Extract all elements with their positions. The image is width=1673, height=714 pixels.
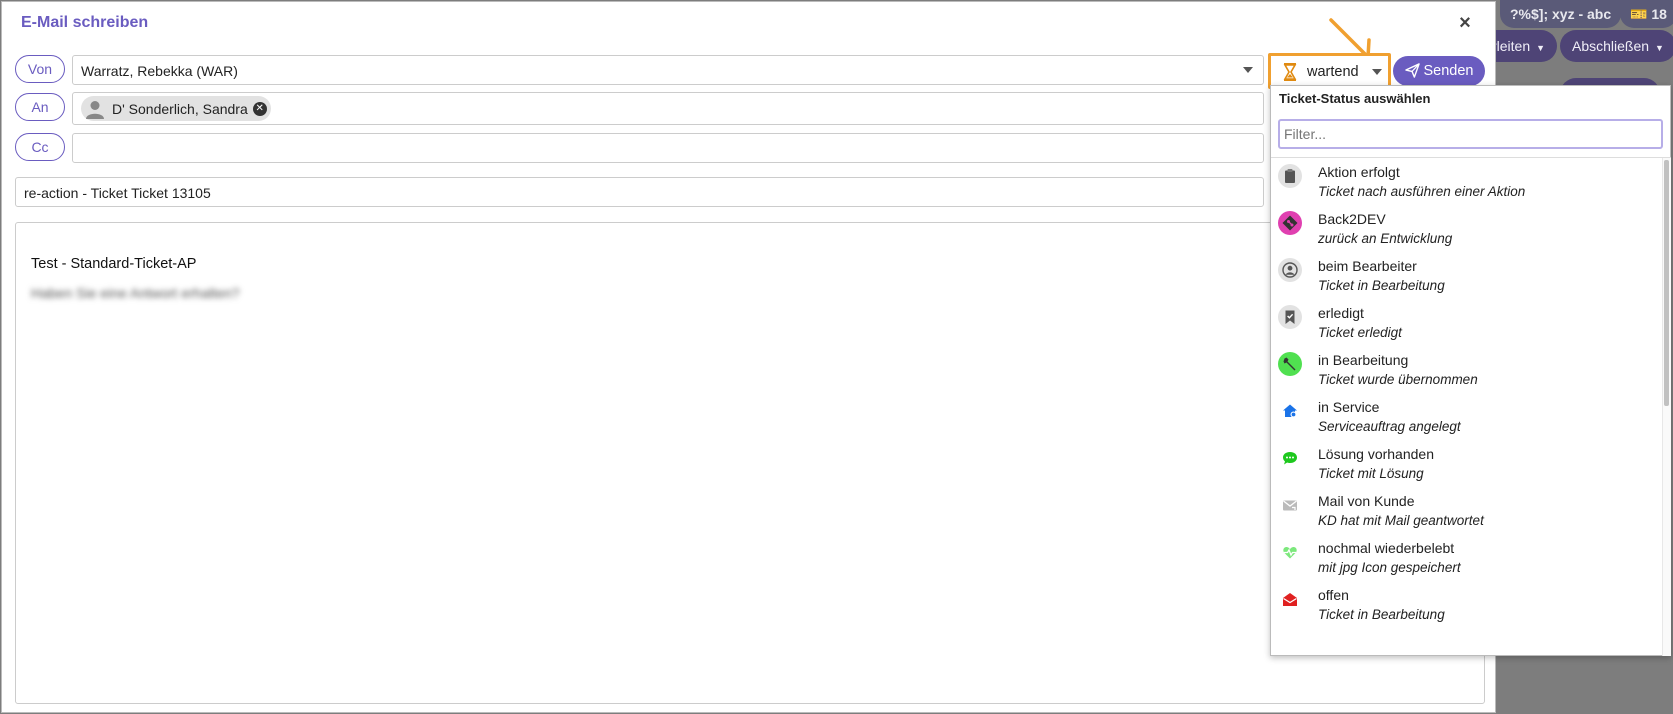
status-list: Aktion erfolgt Ticket nach ausführen ein… <box>1271 157 1671 656</box>
git-diamond-icon <box>1278 211 1302 235</box>
background-ticket-pill: ?%$]; xyz - abc <box>1500 0 1622 28</box>
filter-input[interactable] <box>1278 119 1663 149</box>
mail-reply-icon <box>1278 493 1302 517</box>
subject-input[interactable]: re-action - Ticket Ticket 13105 <box>15 177 1264 207</box>
status-item-in-bearbeitung[interactable]: in Bearbeitung Ticket wurde übernommen <box>1271 346 1663 396</box>
status-item-nochmal-wiederbelebt[interactable]: nochmal wiederbelebt mit jpg Icon gespei… <box>1271 534 1663 584</box>
chevron-down-icon <box>1243 67 1253 73</box>
to-field[interactable]: D' Sonderlich, Sandra ✕ <box>72 92 1264 125</box>
from-value: Warratz, Rebekka (WAR) <box>81 63 238 79</box>
heartbeat-icon <box>1278 540 1302 564</box>
dropdown-title: Ticket-Status auswählen <box>1279 91 1431 106</box>
message-body-editor[interactable]: Test - Standard-Ticket-AP Haben Sie eine… <box>15 222 1485 704</box>
paper-plane-icon <box>1404 63 1420 78</box>
open-envelope-icon <box>1278 587 1302 611</box>
status-item-loesung-vorhanden[interactable]: Lösung vorhanden Ticket mit Lösung <box>1271 440 1663 490</box>
clipboard-icon <box>1278 164 1302 188</box>
caret-down-icon: ▼ <box>1655 43 1664 53</box>
status-item-beim-bearbeiter[interactable]: beim Bearbeiter Ticket in Bearbeitung <box>1271 252 1663 302</box>
from-select[interactable]: Warratz, Rebekka (WAR) <box>72 55 1264 85</box>
scrollbar-track[interactable] <box>1662 158 1671 656</box>
cc-label-button[interactable]: Cc <box>15 133 65 161</box>
current-status: wartend <box>1307 64 1359 80</box>
caret-down-icon: ▼ <box>1536 43 1546 53</box>
wrench-icon <box>1278 352 1302 376</box>
bookmark-check-icon <box>1278 305 1302 329</box>
send-button[interactable]: Senden <box>1393 56 1485 86</box>
recipient-chip[interactable]: D' Sonderlich, Sandra ✕ <box>81 96 271 121</box>
background-close-ticket-button[interactable]: Abschließen ▼ <box>1560 30 1673 62</box>
dialog-title: E-Mail schreiben <box>21 14 149 31</box>
ticket-status-dropdown: Ticket-Status auswählen Aktion erfolgt T… <box>1270 85 1671 656</box>
remove-recipient-icon[interactable]: ✕ <box>252 101 267 116</box>
status-item-back2dev[interactable]: Back2DEV zurück an Entwicklung <box>1271 205 1663 255</box>
chevron-down-icon <box>1372 69 1382 75</box>
status-item-mail-von-kunde[interactable]: Mail von Kunde KD hat mit Mail geantwort… <box>1271 487 1663 537</box>
to-label-button[interactable]: An <box>15 93 65 121</box>
scrollbar-thumb[interactable] <box>1664 160 1669 406</box>
status-item-erledigt[interactable]: erledigt Ticket erledigt <box>1271 299 1663 349</box>
chat-bubble-icon <box>1278 446 1302 470</box>
cc-field[interactable] <box>72 133 1264 163</box>
status-item-offen[interactable]: offen Ticket in Bearbeitung <box>1271 581 1663 631</box>
background-badge: 🎫 18 <box>1620 0 1673 28</box>
house-gear-icon <box>1278 399 1302 423</box>
from-label-button[interactable]: Von <box>15 55 65 83</box>
person-icon <box>86 100 104 119</box>
close-icon[interactable]: × <box>1454 12 1476 34</box>
body-line: Test - Standard-Ticket-AP <box>31 256 197 272</box>
body-line-blurred: Haben Sie eine Antwort erhalten? <box>31 285 240 301</box>
status-item-aktion-erfolgt[interactable]: Aktion erfolgt Ticket nach ausführen ein… <box>1271 158 1663 208</box>
hourglass-icon <box>1283 63 1297 81</box>
user-circle-icon <box>1278 258 1302 282</box>
ticket-status-select[interactable]: wartend <box>1268 53 1391 89</box>
status-item-in-service[interactable]: in Service Serviceauftrag angelegt <box>1271 393 1663 443</box>
recipient-name: D' Sonderlich, Sandra <box>112 100 248 117</box>
ticket-icon: 🎫 <box>1630 6 1648 22</box>
